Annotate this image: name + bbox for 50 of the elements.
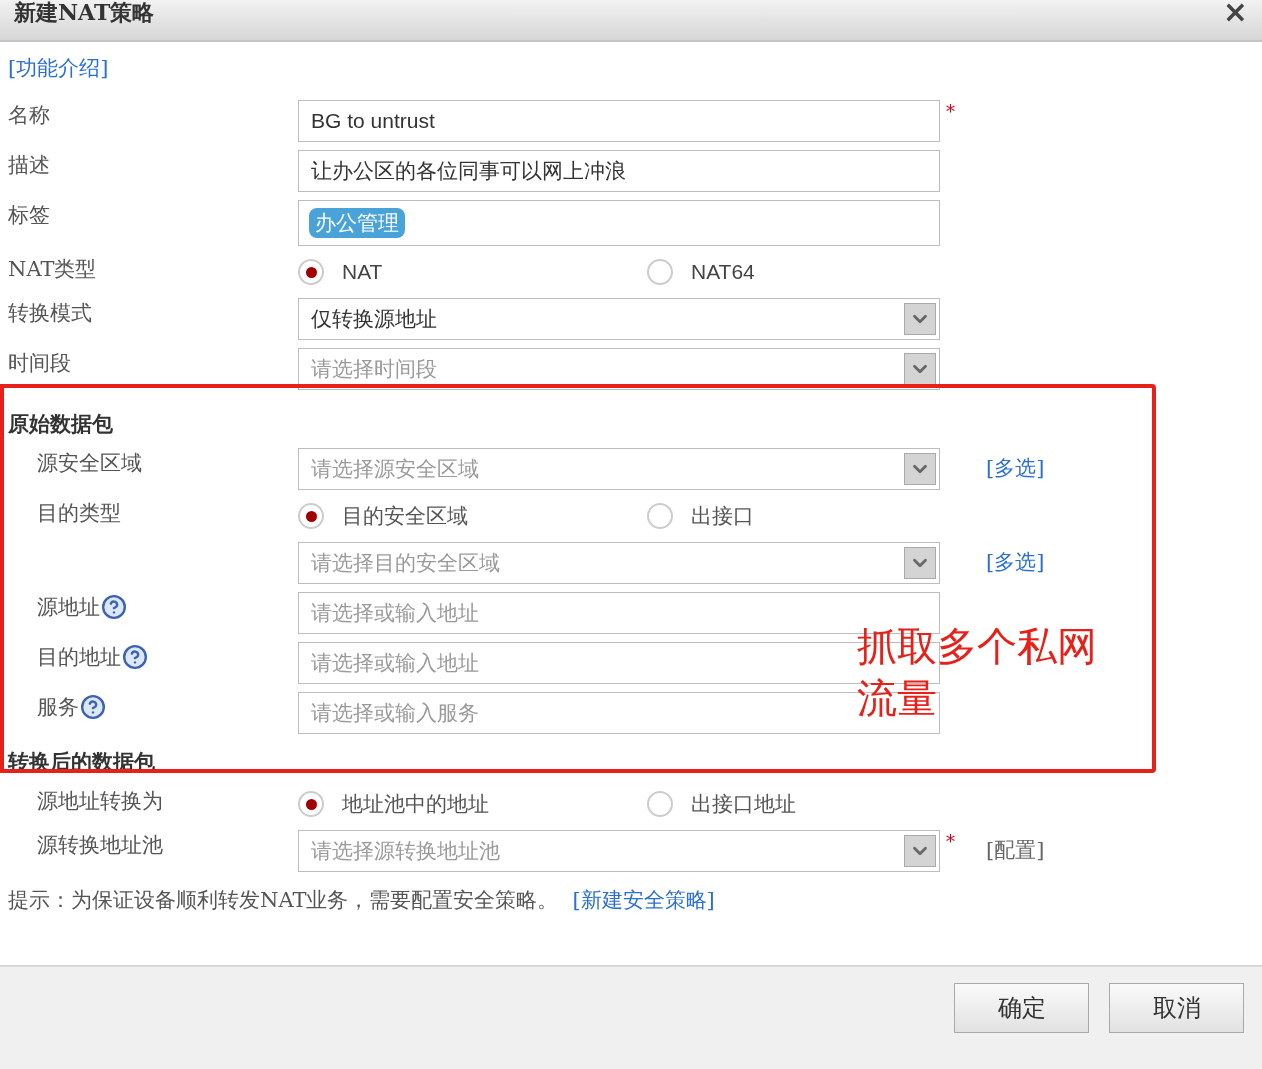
help-icon[interactable] [122, 644, 148, 670]
field-label: 服务 [37, 694, 79, 721]
field-label: 源地址 [37, 594, 100, 621]
help-icon[interactable] [101, 594, 127, 620]
radio-button[interactable] [647, 259, 673, 285]
field-label: 源转换地址池 [37, 832, 163, 859]
field-label: 名称 [8, 102, 50, 129]
field-label: 目的地址 [37, 644, 121, 671]
dropdown-button[interactable] [904, 303, 936, 335]
dropdown-button[interactable] [904, 835, 936, 867]
radio-button[interactable] [647, 503, 673, 529]
field-label: 目的类型 [37, 500, 121, 527]
radio-option[interactable]: NAT64 [647, 259, 947, 285]
field-label: 源地址转换为 [37, 788, 163, 815]
field-label: 源安全区域 [37, 450, 142, 477]
field-label: 时间段 [8, 350, 71, 377]
radio-button[interactable] [298, 259, 324, 285]
dropdown-button[interactable] [904, 353, 936, 385]
multi-select-link[interactable]: [多选] [986, 550, 1045, 574]
input-field[interactable]: BG to untrust [298, 100, 940, 142]
dropdown-button[interactable] [904, 453, 936, 485]
dropdown-button[interactable] [904, 547, 936, 579]
intro-link[interactable]: [功能介绍] [8, 56, 109, 80]
radio-option[interactable]: NAT [298, 259, 647, 285]
close-button[interactable]: × [1222, 0, 1248, 29]
dropdown-field[interactable]: 仅转换源地址 [298, 298, 940, 340]
cancel-button[interactable]: 取消 [1109, 983, 1244, 1033]
multi-select-link[interactable]: [多选] [986, 456, 1045, 480]
field-label: 描述 [8, 152, 50, 179]
radio-button[interactable] [298, 503, 324, 529]
ok-button[interactable]: 确定 [954, 983, 1089, 1033]
field-label: 标签 [8, 202, 50, 229]
config-text[interactable]: [配置] [986, 838, 1045, 862]
new-policy-link[interactable]: [新建安全策略] [572, 886, 715, 914]
radio-option[interactable]: 地址池中的地址 [298, 790, 647, 818]
help-icon[interactable] [80, 694, 106, 720]
radio-option[interactable]: 出接口 [647, 502, 947, 530]
tag-chip: 办公管理 [309, 208, 405, 238]
tip-text: 提示：为保证设备顺利转发NAT业务，需要配置安全策略。 [8, 887, 559, 914]
required-mark: * [945, 831, 955, 852]
radio-option[interactable]: 目的安全区域 [298, 502, 647, 530]
field-label: 转换模式 [8, 300, 92, 327]
radio-button[interactable] [647, 791, 673, 817]
radio-button[interactable] [298, 791, 324, 817]
radio-option[interactable]: 出接口地址 [647, 790, 947, 818]
section-heading: 原始数据包 [8, 410, 114, 438]
field-label: NAT类型 [8, 256, 97, 283]
input-field[interactable]: 让办公区的各位同事可以网上冲浪 [298, 150, 940, 192]
window-title: 新建NAT策略 [14, 0, 155, 27]
required-mark: * [945, 101, 955, 122]
